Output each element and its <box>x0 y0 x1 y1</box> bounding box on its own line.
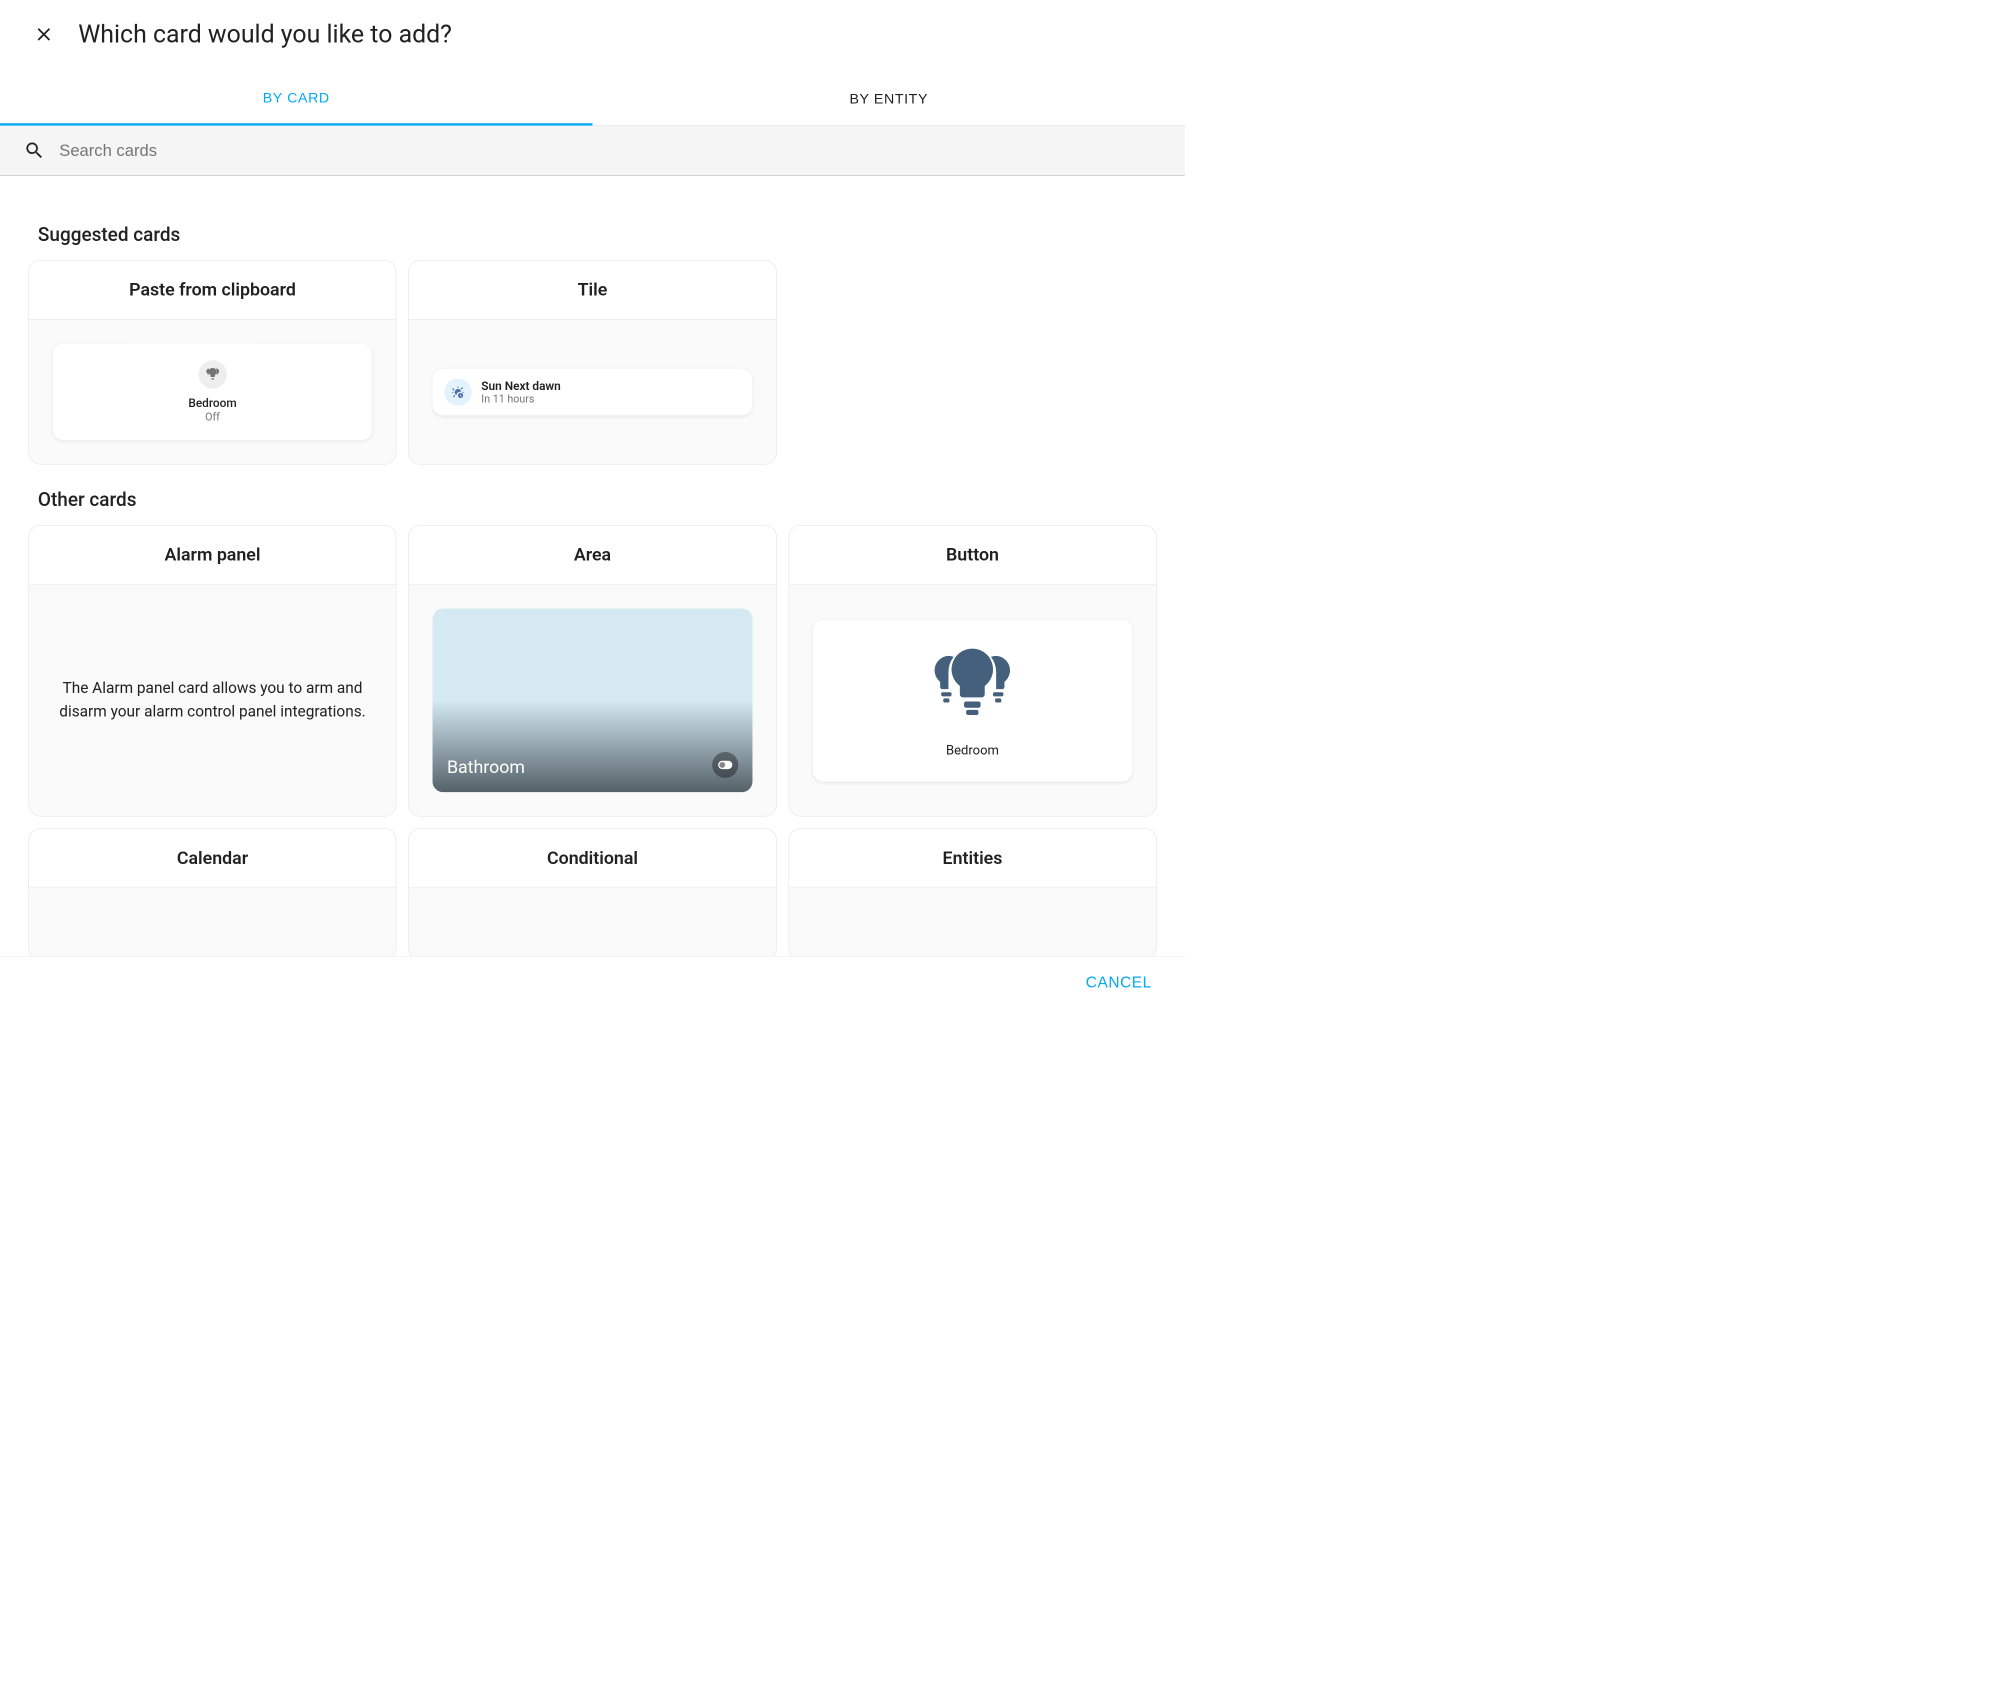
card-title: Paste from clipboard <box>29 261 396 320</box>
close-button[interactable] <box>28 19 59 50</box>
paste-entity-state: Off <box>69 411 355 423</box>
tile-preview: Sun Next dawn In 11 hours <box>433 369 753 415</box>
alarm-description: The Alarm panel card allows you to arm a… <box>53 677 373 723</box>
sun-clock-icon <box>445 378 472 405</box>
card-calendar[interactable]: Calendar <box>28 828 396 960</box>
search-icon <box>24 140 45 161</box>
card-title: Entities <box>789 829 1156 888</box>
card-tile[interactable]: Tile Sun Next dawn In 11 hours <box>408 260 776 464</box>
lightbulb-group-icon <box>919 643 1026 726</box>
card-conditional[interactable]: Conditional <box>408 828 776 960</box>
card-paste-from-clipboard[interactable]: Paste from clipboard Bedroom Off <box>28 260 396 464</box>
button-preview: Bedroom <box>813 619 1133 781</box>
card-area[interactable]: Area Bathroom <box>408 525 776 817</box>
card-alarm-panel[interactable]: Alarm panel The Alarm panel card allows … <box>28 525 396 817</box>
card-title: Button <box>789 526 1156 585</box>
toggle-icon <box>712 752 738 778</box>
area-preview: Bathroom <box>433 608 753 792</box>
dialog-title: Which card would you like to add? <box>78 20 452 49</box>
card-title: Alarm panel <box>29 526 396 585</box>
dialog-footer: CANCEL <box>0 956 1185 1008</box>
suggested-heading: Suggested cards <box>38 223 1157 246</box>
tab-by-card[interactable]: BY CARD <box>0 73 593 125</box>
card-button[interactable]: Button <box>788 525 1156 817</box>
card-title: Conditional <box>409 829 776 888</box>
card-title: Calendar <box>29 829 396 888</box>
paste-entity-name: Bedroom <box>69 396 355 410</box>
other-heading: Other cards <box>38 488 1157 511</box>
area-room-label: Bathroom <box>447 757 525 778</box>
lightbulb-group-icon <box>198 360 226 388</box>
card-entities[interactable]: Entities <box>788 828 1156 960</box>
search-input[interactable] <box>59 141 1161 160</box>
paste-preview: Bedroom Off <box>53 344 373 441</box>
tile-entity-sub: In 11 hours <box>481 393 560 405</box>
card-title: Area <box>409 526 776 585</box>
tab-by-entity[interactable]: BY ENTITY <box>593 73 1186 125</box>
button-entity-label: Bedroom <box>836 743 1108 758</box>
cancel-button[interactable]: CANCEL <box>1086 973 1152 991</box>
card-title: Tile <box>409 261 776 320</box>
search-bar[interactable] <box>0 126 1185 176</box>
tabs: BY CARD BY ENTITY <box>0 73 1185 125</box>
tile-entity-name: Sun Next dawn <box>481 379 560 393</box>
close-icon <box>33 24 54 45</box>
